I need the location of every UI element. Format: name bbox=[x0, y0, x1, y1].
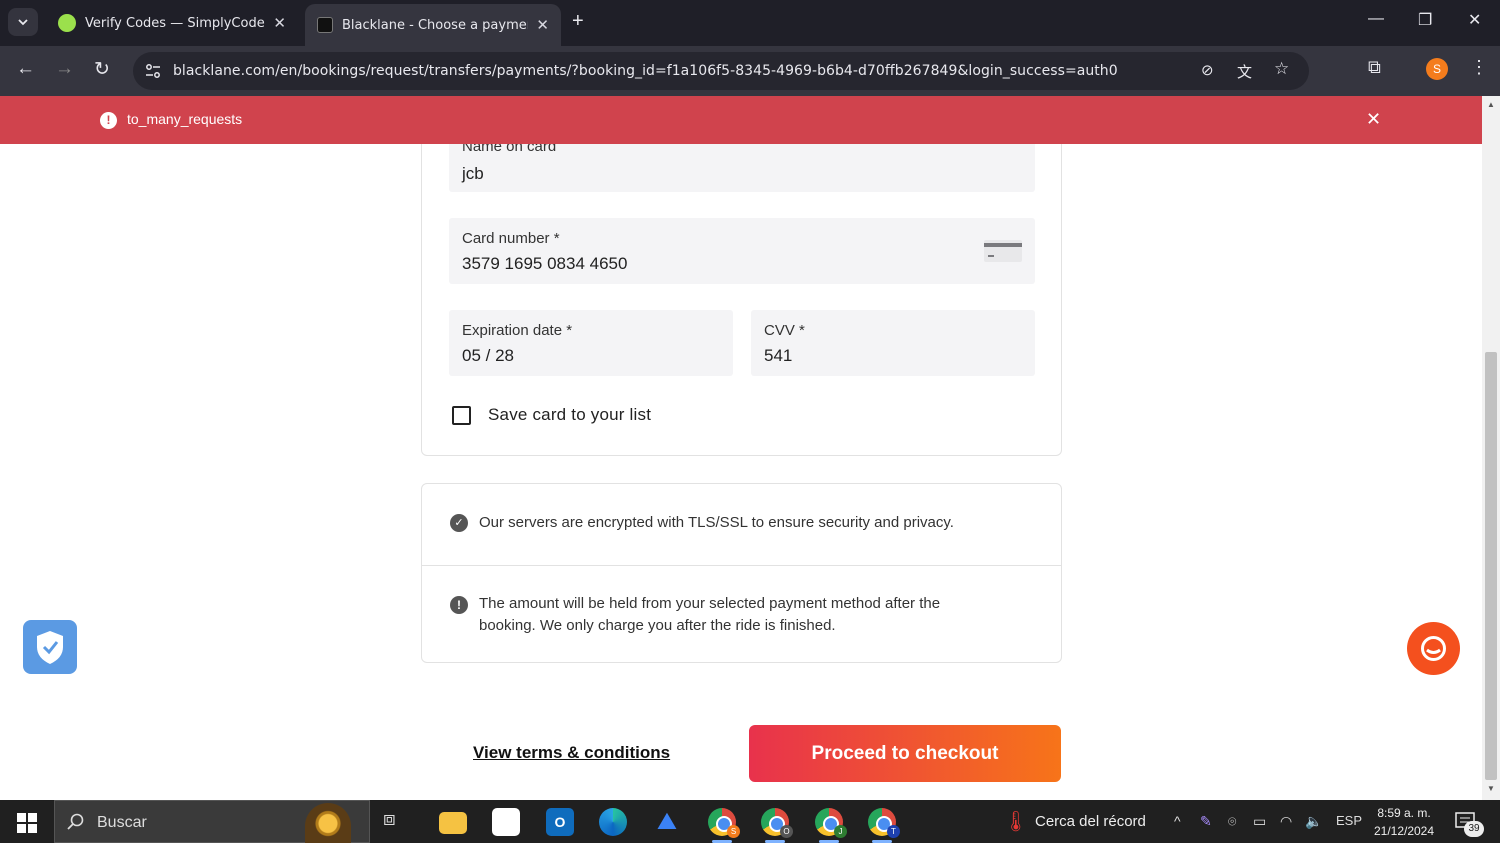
card-number-label: Card number * bbox=[462, 230, 560, 247]
bookmark-star-icon[interactable]: ☆ bbox=[1274, 59, 1289, 79]
tab-title: Blacklane - Choose a payment method bbox=[342, 17, 528, 33]
card-number-field[interactable]: Card number * 3579 1695 0834 4650 bbox=[449, 218, 1035, 284]
security-text: Our servers are encrypted with TLS/SSL t… bbox=[479, 514, 954, 531]
translate-icon[interactable]: 文 bbox=[1237, 61, 1252, 82]
task-view-icon[interactable]: ⧈ bbox=[383, 808, 411, 836]
tab-title: Verify Codes — SimplyCodes bbox=[85, 15, 266, 31]
chrome-profile-o-icon[interactable]: O bbox=[761, 808, 793, 843]
meet-icon[interactable]: ⌾ bbox=[1228, 813, 1236, 830]
error-banner: ! to_many_requests ✕ bbox=[0, 96, 1482, 144]
divider bbox=[422, 565, 1061, 566]
new-tab-plus-icon[interactable]: + bbox=[572, 10, 584, 33]
browser-toolbar: ← → ↻ blacklane.com/en/bookings/request/… bbox=[0, 46, 1500, 126]
cvv-field[interactable]: CVV * 541 bbox=[751, 310, 1035, 376]
back-arrow-icon[interactable]: ← bbox=[16, 58, 35, 80]
page-scrollbar[interactable]: ▲ ▼ bbox=[1482, 96, 1500, 800]
close-banner-icon[interactable]: ✕ bbox=[1366, 109, 1381, 130]
chat-button[interactable] bbox=[1407, 622, 1460, 675]
reload-icon[interactable]: ↻ bbox=[94, 58, 110, 81]
search-placeholder: Buscar bbox=[97, 814, 147, 831]
tab-close-icon[interactable]: ✕ bbox=[273, 14, 286, 32]
expiration-date-value[interactable]: 05 / 28 bbox=[462, 346, 514, 366]
expiration-date-label: Expiration date * bbox=[462, 322, 573, 339]
privacy-shield-button[interactable] bbox=[23, 620, 77, 674]
file-explorer-icon[interactable] bbox=[439, 812, 467, 834]
weather-widget[interactable]: 🌡 Cerca del récord bbox=[1003, 809, 1146, 834]
taskbar-search-box[interactable]: Buscar bbox=[54, 800, 370, 843]
extensions-puzzle-icon[interactable]: ⧉ bbox=[1368, 57, 1381, 78]
hold-text: The amount will be held from your select… bbox=[479, 595, 941, 634]
forward-arrow-icon[interactable]: → bbox=[55, 58, 74, 80]
tab-search-button[interactable] bbox=[8, 8, 38, 36]
clock-time: 8:59 a. m. bbox=[1377, 806, 1431, 820]
profile-avatar[interactable]: S bbox=[1426, 58, 1448, 80]
volume-icon[interactable]: 🔈 bbox=[1305, 813, 1322, 830]
tab-close-icon[interactable]: ✕ bbox=[536, 16, 549, 34]
chrome-profile-badge: O bbox=[780, 825, 793, 838]
save-card-checkbox[interactable] bbox=[452, 406, 471, 425]
alert-icon: ! bbox=[100, 112, 117, 129]
chrome-profile-j-icon[interactable]: J bbox=[815, 808, 847, 843]
check-circle-icon: ✓ bbox=[450, 514, 468, 532]
thermometer-icon: 🌡 bbox=[1003, 811, 1029, 833]
minimize-icon[interactable]: — bbox=[1368, 10, 1384, 28]
chrome-profile-badge: J bbox=[834, 825, 847, 838]
app-mountain-icon[interactable]: ⛰ bbox=[653, 808, 681, 836]
tab-simplycodes[interactable]: Verify Codes — SimplyCodes ✕ bbox=[46, 6, 298, 40]
tab-blacklane[interactable]: Blacklane - Choose a payment method ✕ bbox=[305, 4, 561, 46]
menu-kebab-icon[interactable]: ⋮ bbox=[1470, 57, 1488, 78]
outlook-icon[interactable]: O bbox=[546, 808, 574, 836]
scrollbar-thumb[interactable] bbox=[1485, 352, 1497, 780]
expiration-date-field[interactable]: Expiration date * 05 / 28 bbox=[449, 310, 733, 376]
chrome-profile-t-icon[interactable]: T bbox=[868, 808, 900, 843]
windows-taskbar: Buscar ⧈ O ⛰ S O J T 🌡 Cerca del récord … bbox=[0, 800, 1500, 843]
screen: Verify Codes — SimplyCodes ✕ Blacklane -… bbox=[0, 0, 1500, 843]
credit-card-icon bbox=[984, 240, 1022, 262]
blacklane-favicon-icon bbox=[317, 17, 333, 33]
cvv-label: CVV * bbox=[764, 322, 805, 339]
chrome-profile-badge: T bbox=[887, 825, 900, 838]
terms-link[interactable]: View terms & conditions bbox=[473, 743, 670, 763]
battery-icon[interactable]: ▭ bbox=[1253, 813, 1266, 830]
pen-icon[interactable]: ✎ bbox=[1200, 813, 1212, 830]
address-bar[interactable]: blacklane.com/en/bookings/request/transf… bbox=[133, 52, 1309, 90]
site-settings-icon[interactable] bbox=[143, 61, 163, 81]
shield-check-icon bbox=[37, 631, 63, 664]
name-on-card-value[interactable]: jcb bbox=[462, 164, 484, 184]
page-viewport: ! to_many_requests ✕ Name on card jcb Ca… bbox=[0, 96, 1482, 800]
notification-count-badge: 39 bbox=[1464, 821, 1484, 837]
show-hidden-icons-icon[interactable]: ^ bbox=[1174, 813, 1181, 829]
weather-text: Cerca del récord bbox=[1035, 813, 1146, 830]
save-card-label[interactable]: Save card to your list bbox=[488, 405, 651, 425]
chrome-profile-badge: S bbox=[727, 825, 740, 838]
info-icon: ! bbox=[450, 596, 468, 614]
weather-highlight-icon[interactable] bbox=[305, 803, 351, 843]
error-message: to_many_requests bbox=[127, 111, 243, 127]
microsoft-store-icon[interactable] bbox=[492, 808, 520, 836]
cvv-value[interactable]: 541 bbox=[764, 346, 792, 366]
windows-start-icon[interactable] bbox=[17, 813, 37, 833]
scroll-down-icon[interactable]: ▼ bbox=[1487, 784, 1495, 793]
card-number-value[interactable]: 3579 1695 0834 4650 bbox=[462, 254, 627, 274]
edge-icon[interactable] bbox=[599, 808, 627, 836]
language-indicator[interactable]: ESP bbox=[1336, 813, 1362, 828]
url-text[interactable]: blacklane.com/en/bookings/request/transf… bbox=[173, 63, 1118, 79]
tracking-protection-icon[interactable]: ⊘ bbox=[1201, 61, 1214, 79]
chevron-down-icon bbox=[18, 19, 28, 26]
notifications-icon[interactable]: 39 bbox=[1455, 811, 1484, 838]
browser-tab-strip: Verify Codes — SimplyCodes ✕ Blacklane -… bbox=[0, 0, 1500, 46]
simplycodes-favicon-icon bbox=[58, 14, 76, 32]
scroll-up-icon[interactable]: ▲ bbox=[1487, 100, 1495, 109]
close-window-icon[interactable]: ✕ bbox=[1468, 10, 1481, 30]
proceed-to-checkout-button[interactable]: Proceed to checkout bbox=[749, 725, 1061, 782]
clock-date: 21/12/2024 bbox=[1373, 824, 1435, 838]
restore-icon[interactable]: ❐ bbox=[1418, 10, 1432, 30]
system-clock[interactable]: 8:59 a. m. 21/12/2024 bbox=[1368, 804, 1440, 840]
wifi-icon[interactable]: ◠ bbox=[1280, 813, 1292, 830]
search-icon bbox=[67, 813, 84, 830]
chat-bubble-icon bbox=[1421, 636, 1446, 661]
chrome-profile-s-icon[interactable]: S bbox=[708, 808, 740, 843]
